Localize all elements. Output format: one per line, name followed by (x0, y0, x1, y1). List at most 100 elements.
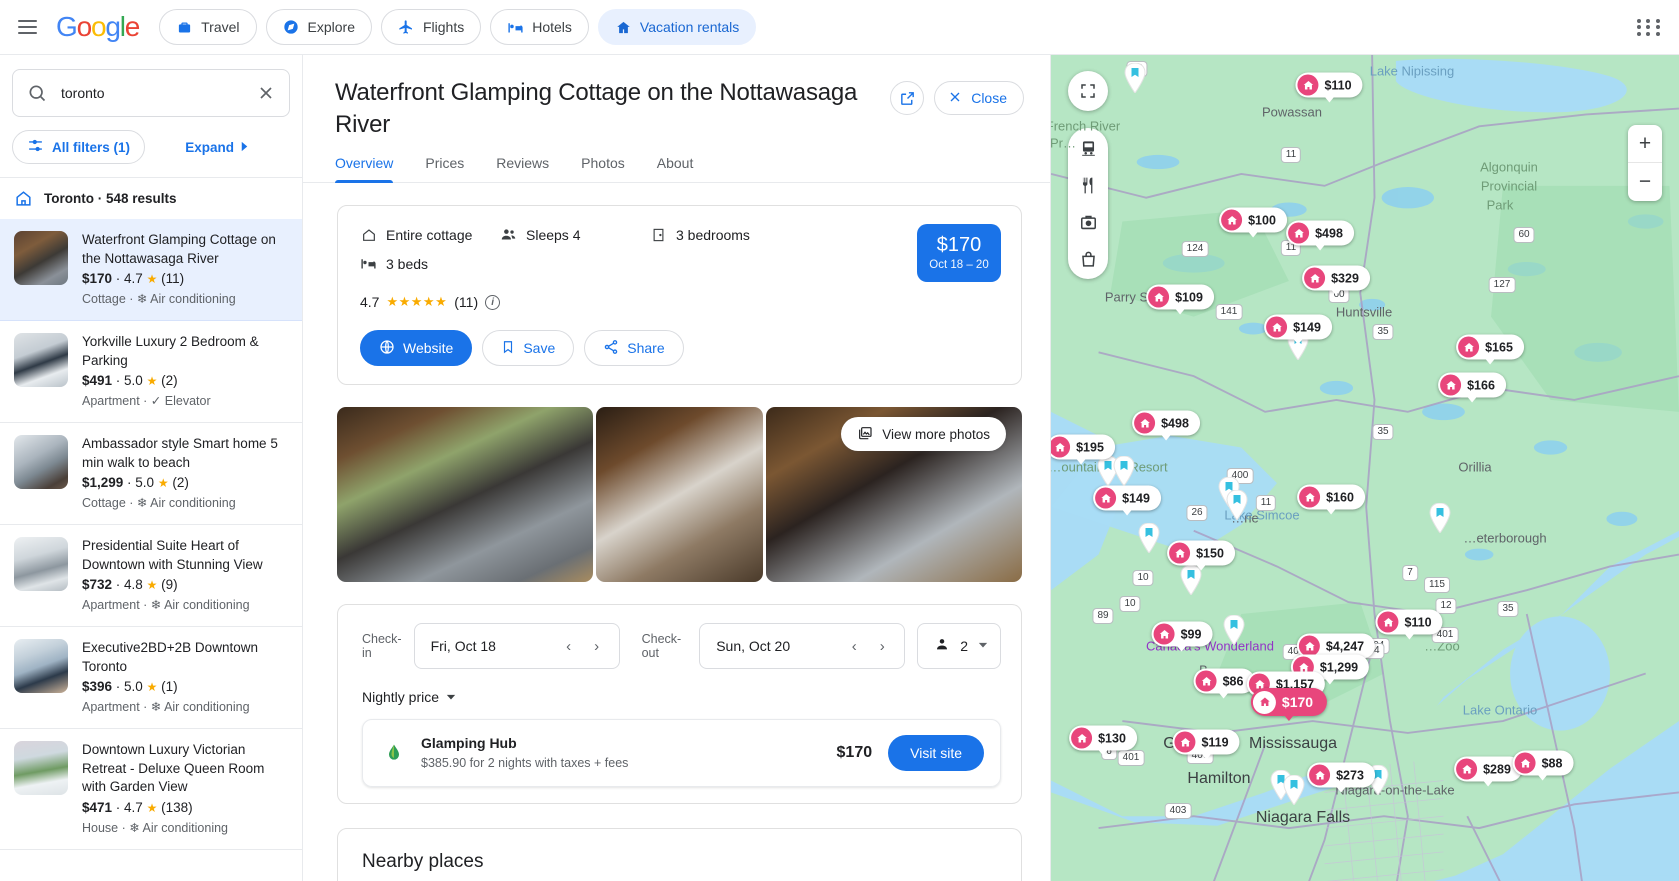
offer-price: $170 (836, 744, 873, 761)
attraction-icon[interactable] (1071, 209, 1105, 235)
map-bookmark-pin-icon[interactable] (1113, 455, 1135, 487)
map-panel[interactable]: + − Lake Nipissing Powassan French River Pr… (1051, 55, 1679, 881)
gallery-photo[interactable] (595, 407, 764, 582)
open-in-new-icon[interactable] (890, 81, 925, 115)
expand-button[interactable]: Expand (185, 140, 290, 155)
website-button[interactable]: Website (360, 330, 473, 366)
listing-title: Waterfront Glamping Cottage on the Notta… (82, 232, 276, 266)
zoom-out-button[interactable]: − (1628, 163, 1662, 201)
map-price-pin-label: $99 (1180, 627, 1202, 641)
tab-prices[interactable]: Prices (409, 155, 480, 182)
nav-chip-hotels[interactable]: Hotels (490, 9, 589, 45)
map-price-pin[interactable]: $88 (1512, 750, 1574, 776)
map-price-pin-label: $160 (1326, 490, 1354, 504)
map-bookmark-pin-icon[interactable] (1283, 774, 1305, 806)
star-rating-icon: ★★★★★ (386, 294, 448, 309)
map-price-pin[interactable]: $86 (1193, 668, 1255, 694)
gallery-photo[interactable] (337, 407, 593, 582)
map-price-pin[interactable]: $110 (1295, 72, 1363, 98)
checkin-field[interactable]: Fri, Oct 18 ‹ › (413, 623, 620, 669)
tab-about[interactable]: About (641, 155, 710, 182)
map-bookmark-pin-icon[interactable] (1138, 522, 1160, 554)
map-price-pin[interactable]: $273 (1307, 762, 1375, 788)
restaurant-icon[interactable] (1071, 172, 1105, 198)
share-button[interactable]: Share (584, 330, 684, 366)
map-bookmark-pin-icon[interactable] (1429, 502, 1451, 534)
search-input[interactable] (61, 85, 242, 101)
list-item[interactable]: Presidential Suite Heart of Downtown wit… (0, 525, 302, 627)
map-price-pin[interactable]: $329 (1302, 265, 1370, 291)
shopping-icon[interactable] (1071, 246, 1105, 272)
checkin-next-chevron-right-icon[interactable]: › (583, 632, 611, 660)
list-item[interactable]: Executive2BD+2B Downtown Toronto $396 · … (0, 627, 302, 729)
transit-icon[interactable] (1071, 135, 1105, 161)
nav-chip-travel[interactable]: Travel (159, 9, 257, 45)
info-icon[interactable]: i (485, 294, 501, 310)
guests-selector[interactable]: 2 (917, 623, 1001, 669)
close-button[interactable]: Close (934, 81, 1024, 115)
offer-provider: Glamping Hub (421, 735, 517, 751)
zoom-in-button[interactable]: + (1628, 125, 1662, 163)
page-body: All filters (1) Expand Toronto · 548 res… (0, 54, 1679, 881)
map-price-pin[interactable]: $166 (1438, 372, 1506, 398)
fact-label: Sleeps 4 (526, 226, 581, 243)
list-item[interactable]: Waterfront Glamping Cottage on the Notta… (0, 219, 302, 321)
nightly-price-dropdown[interactable]: Nightly price (362, 689, 1001, 705)
house-icon (1377, 611, 1399, 633)
map-price-pin[interactable]: $150 (1167, 540, 1235, 566)
nav-chip-flights[interactable]: Flights (380, 9, 482, 45)
map-price-pin[interactable]: $498 (1132, 410, 1200, 436)
map-price-pin[interactable]: $110 (1375, 609, 1443, 635)
nav-chip-explore[interactable]: Explore (265, 9, 372, 45)
map-price-pin[interactable]: $109 (1146, 284, 1214, 310)
tab-reviews[interactable]: Reviews (480, 155, 565, 182)
map-price-pin[interactable]: $100 (1219, 207, 1287, 233)
map-bookmark-pin-icon[interactable] (1223, 614, 1245, 646)
google-logo[interactable]: Google (56, 11, 140, 43)
search-box[interactable] (12, 69, 290, 117)
map-price-pin[interactable]: $165 (1456, 334, 1524, 360)
visit-site-button[interactable]: Visit site (888, 735, 984, 771)
fact-beds: 3 beds (360, 255, 500, 272)
filter-row: All filters (1) Expand (0, 117, 302, 177)
nav-chip-vacation-rentals[interactable]: Vacation rentals (597, 9, 757, 45)
map-price-pin[interactable]: $149 (1264, 314, 1332, 340)
map-price-pin[interactable]: $119 (1172, 729, 1240, 755)
road-shield: 26 (1186, 505, 1208, 521)
map-price-pin[interactable]: $195 (1051, 434, 1115, 460)
map-price-pin[interactable]: $99 (1151, 621, 1213, 647)
map-bookmark-pin-icon[interactable] (1226, 489, 1248, 521)
road-shield: 11 (1280, 147, 1302, 163)
list-item[interactable]: Downtown Luxury Victorian Retreat - Delu… (0, 729, 302, 850)
list-item[interactable]: Yorkville Luxury 2 Bedroom & Parking $49… (0, 321, 302, 423)
apps-grid-icon[interactable] (1635, 14, 1661, 40)
road-shield: 35 (1372, 424, 1394, 440)
checkout-field[interactable]: Sun, Oct 20 ‹ › (699, 623, 906, 669)
checkin-label: Check-in (362, 632, 402, 660)
all-filters-button[interactable]: All filters (1) (12, 130, 146, 164)
snowflake-icon: ❄ (136, 292, 148, 306)
hamburger-icon[interactable] (18, 14, 44, 40)
listing-title: Ambassador style Smart home 5 min walk t… (82, 436, 278, 470)
close-icon[interactable] (256, 83, 276, 103)
map-price-pin[interactable]: $160 (1297, 484, 1365, 510)
view-more-photos-button[interactable]: View more photos (841, 417, 1006, 451)
map-price-pin-selected[interactable]: $170 (1250, 688, 1328, 716)
road-shield: 141 (1215, 304, 1243, 320)
tab-photos[interactable]: Photos (565, 155, 641, 182)
save-button[interactable]: Save (482, 330, 575, 366)
map-price-pin-label: $110 (1324, 78, 1352, 92)
checkout-next-chevron-right-icon[interactable]: › (868, 632, 896, 660)
map-fullscreen-button[interactable] (1068, 71, 1108, 111)
globe-icon (379, 339, 395, 358)
map-price-pin[interactable]: $498 (1286, 220, 1354, 246)
map-price-pin[interactable]: $149 (1093, 485, 1161, 511)
map-price-pin[interactable]: $130 (1069, 725, 1137, 751)
checkout-prev-chevron-left-icon[interactable]: ‹ (840, 632, 868, 660)
list-item[interactable]: Ambassador style Smart home 5 min walk t… (0, 423, 302, 525)
tab-overview[interactable]: Overview (335, 155, 409, 183)
price-badge[interactable]: $170 Oct 18 – 20 (917, 224, 1001, 282)
people-icon (500, 226, 517, 243)
map-bookmark-pin-icon[interactable] (1124, 62, 1146, 94)
checkin-prev-chevron-left-icon[interactable]: ‹ (555, 632, 583, 660)
